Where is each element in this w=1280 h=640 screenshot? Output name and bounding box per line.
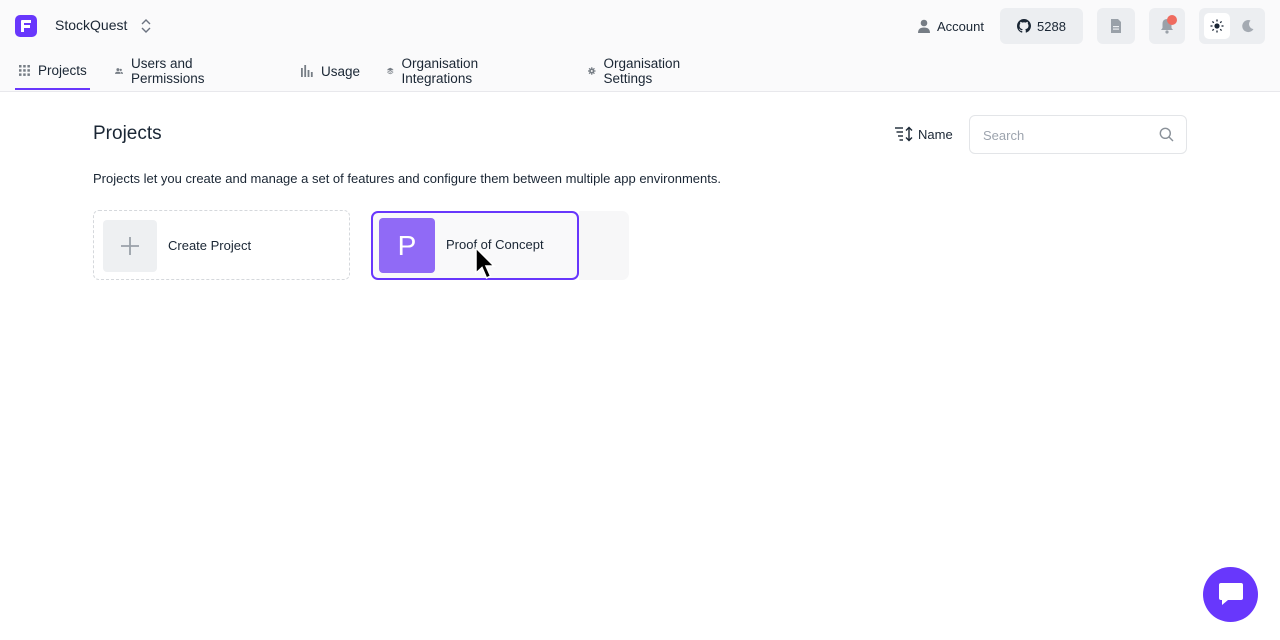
tab-label: Organisation Settings	[603, 56, 681, 86]
plus-icon	[103, 220, 157, 272]
notification-dot	[1167, 15, 1177, 25]
dark-mode-button[interactable]	[1235, 13, 1261, 39]
chat-button[interactable]	[1203, 567, 1258, 622]
flagsmith-logo-icon[interactable]	[15, 15, 37, 37]
account-link[interactable]: Account	[917, 16, 984, 36]
mouse-cursor-icon	[475, 246, 497, 286]
tab-projects[interactable]: Projects	[15, 52, 90, 90]
sort-icon	[895, 126, 913, 142]
sort-label: Name	[918, 126, 953, 142]
chevron-up-down-icon[interactable]	[139, 16, 153, 36]
docs-button[interactable]	[1097, 8, 1135, 44]
create-project-label: Create Project	[168, 238, 252, 253]
tab-usage[interactable]: Usage	[301, 52, 360, 90]
org-name[interactable]: StockQuest	[55, 17, 127, 33]
chat-icon	[1218, 582, 1243, 605]
gear-icon	[588, 67, 596, 75]
sun-icon	[1210, 19, 1224, 33]
project-avatar: P	[379, 218, 435, 273]
page-title: Projects	[93, 123, 162, 144]
layers-icon	[387, 67, 394, 75]
user-icon	[918, 19, 930, 33]
github-icon	[1017, 19, 1032, 33]
light-mode-button[interactable]	[1204, 13, 1230, 39]
tab-users-and-permissions[interactable]: Users and Permissions	[115, 52, 211, 90]
grid-icon	[19, 64, 30, 76]
tab-organisation-integrations[interactable]: Organisation Integrations	[387, 52, 484, 90]
notifications-button[interactable]	[1149, 8, 1185, 44]
users-icon	[115, 68, 124, 74]
tab-label: Users and Permissions	[131, 56, 205, 86]
github-stars: 5288	[1037, 18, 1066, 34]
tab-label: Organisation Integrations	[401, 56, 479, 86]
search-box[interactable]	[969, 115, 1187, 154]
bar-chart-icon	[301, 65, 313, 77]
document-icon	[1111, 19, 1121, 33]
github-button[interactable]: 5288	[1000, 8, 1083, 44]
account-label: Account	[937, 18, 984, 34]
top-bar: StockQuest Account 5288 Projects Users a…	[0, 0, 1280, 92]
project-card-shadow	[579, 211, 629, 280]
search-icon	[1159, 127, 1174, 142]
theme-toggle[interactable]	[1199, 8, 1265, 44]
tab-organisation-settings[interactable]: Organisation Settings	[588, 52, 685, 90]
tab-label: Projects	[38, 62, 87, 78]
search-input[interactable]	[983, 125, 1153, 145]
tab-label: Usage	[321, 63, 361, 79]
page-description: Projects let you create and manage a set…	[93, 171, 721, 186]
create-project-button[interactable]: Create Project	[93, 210, 350, 280]
moon-icon	[1242, 20, 1254, 33]
sort-button[interactable]: Name	[894, 124, 953, 144]
